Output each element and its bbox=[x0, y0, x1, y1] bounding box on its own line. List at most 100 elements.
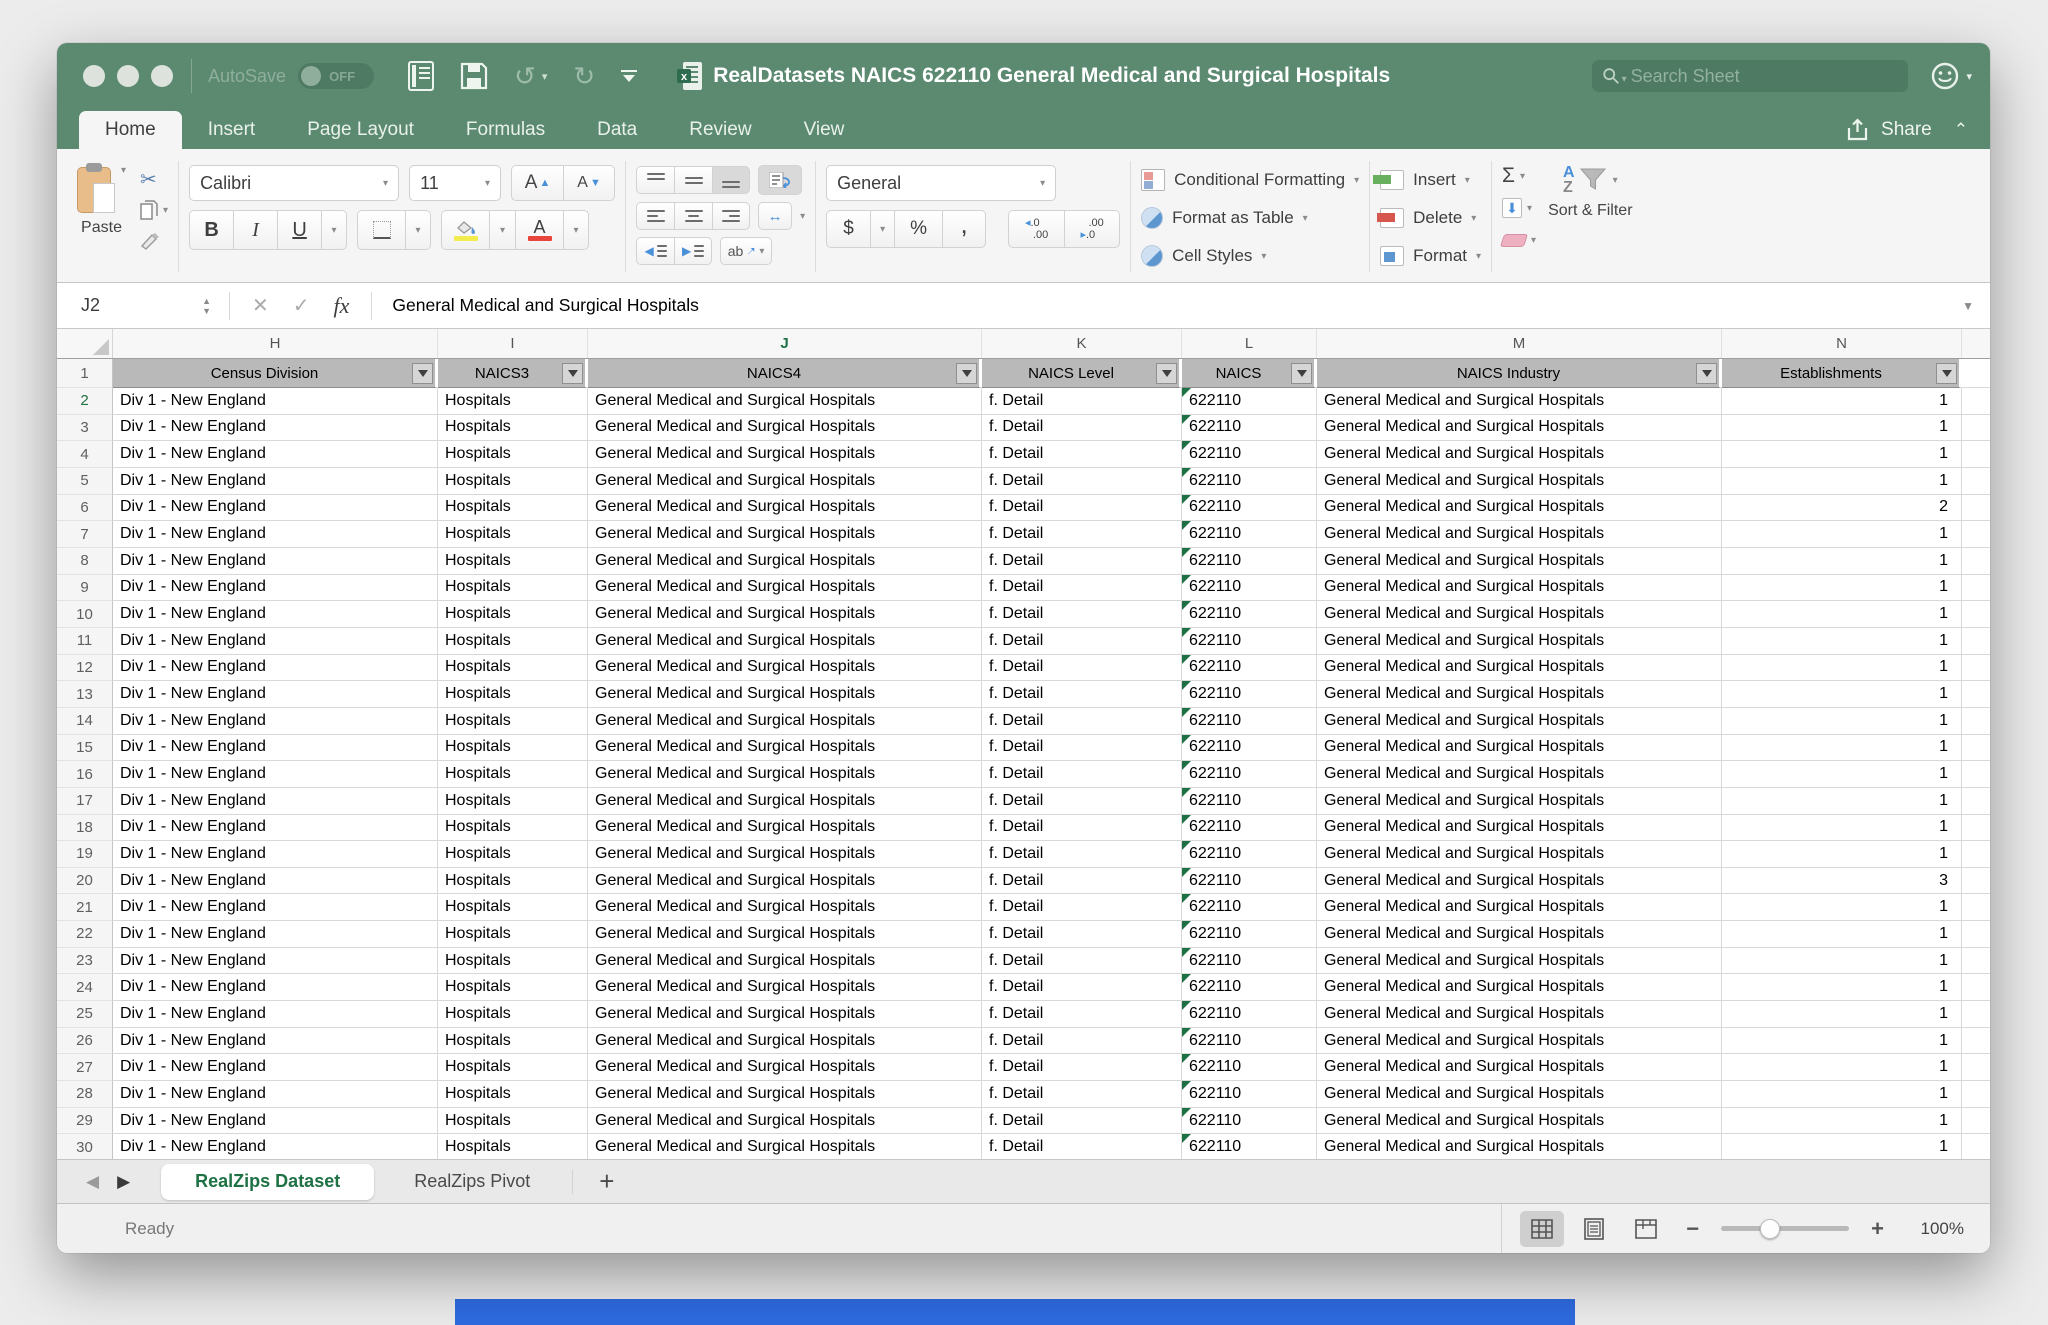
grid-cell[interactable]: General Medical and Surgical Hospitals bbox=[588, 628, 982, 655]
feedback-smiley-button[interactable]: ▾ bbox=[1930, 61, 1972, 91]
grid-cell[interactable]: f. Detail bbox=[982, 735, 1182, 762]
grid-cell[interactable]: Div 1 - New England bbox=[113, 415, 438, 442]
row-header-7[interactable]: 7 bbox=[57, 521, 113, 548]
grid-cell[interactable]: Div 1 - New England bbox=[113, 815, 438, 842]
merge-menu-arrow[interactable]: ▾ bbox=[800, 211, 805, 222]
grid-cell[interactable]: f. Detail bbox=[982, 708, 1182, 735]
grid-cell[interactable]: f. Detail bbox=[982, 788, 1182, 815]
grid-cell[interactable]: General Medical and Surgical Hospitals bbox=[588, 495, 982, 522]
grid-cell[interactable]: Hospitals bbox=[438, 1054, 588, 1081]
grid-cell[interactable]: 1 bbox=[1722, 1028, 1962, 1055]
chevron-down-icon[interactable]: ▾ bbox=[163, 205, 168, 216]
grid-cell[interactable]: Hospitals bbox=[438, 495, 588, 522]
grid-cell[interactable]: 622110 bbox=[1182, 761, 1317, 788]
grid-cell[interactable]: General Medical and Surgical Hospitals bbox=[588, 415, 982, 442]
grid-cell[interactable]: 1 bbox=[1722, 948, 1962, 975]
number-format-select[interactable]: General▾ bbox=[826, 165, 1056, 201]
grid-cell[interactable]: 622110 bbox=[1182, 441, 1317, 468]
grid-cell[interactable]: 622110 bbox=[1182, 681, 1317, 708]
grid-cell[interactable]: General Medical and Surgical Hospitals bbox=[588, 841, 982, 868]
grid-cell[interactable]: 1 bbox=[1722, 388, 1962, 415]
tab-view[interactable]: View bbox=[778, 111, 871, 149]
grid-cell[interactable]: Div 1 - New England bbox=[113, 1028, 438, 1055]
delete-cells-button[interactable]: Delete▾ bbox=[1380, 201, 1481, 235]
grid-cell[interactable]: f. Detail bbox=[982, 521, 1182, 548]
row-header-28[interactable]: 28 bbox=[57, 1081, 113, 1108]
underline-menu-arrow[interactable]: ▾ bbox=[321, 210, 347, 250]
grid-cell[interactable]: General Medical and Surgical Hospitals bbox=[1317, 1054, 1722, 1081]
header-cell-census-division[interactable]: Census Division bbox=[113, 359, 438, 388]
row-header-1[interactable]: 1 bbox=[57, 359, 113, 388]
grid-cell[interactable]: Div 1 - New England bbox=[113, 548, 438, 575]
grid-cell[interactable]: 1 bbox=[1722, 974, 1962, 1001]
row-header-15[interactable]: 15 bbox=[57, 735, 113, 762]
zoom-slider-thumb[interactable] bbox=[1760, 1219, 1780, 1239]
save-button[interactable] bbox=[460, 62, 488, 90]
row-header-11[interactable]: 11 bbox=[57, 628, 113, 655]
grid-cell[interactable]: General Medical and Surgical Hospitals bbox=[1317, 415, 1722, 442]
grid-cell[interactable]: General Medical and Surgical Hospitals bbox=[588, 601, 982, 628]
grid-cell[interactable]: General Medical and Surgical Hospitals bbox=[588, 1028, 982, 1055]
grid-cell[interactable]: General Medical and Surgical Hospitals bbox=[1317, 761, 1722, 788]
grid-cell[interactable]: Div 1 - New England bbox=[113, 681, 438, 708]
grid-cell[interactable]: Hospitals bbox=[438, 841, 588, 868]
grid-cell[interactable]: f. Detail bbox=[982, 1028, 1182, 1055]
grid-cell[interactable]: General Medical and Surgical Hospitals bbox=[1317, 974, 1722, 1001]
row-header-12[interactable]: 12 bbox=[57, 655, 113, 682]
grid-cell[interactable]: f. Detail bbox=[982, 815, 1182, 842]
grid-cell[interactable]: 622110 bbox=[1182, 655, 1317, 682]
grid-cell[interactable]: 622110 bbox=[1182, 601, 1317, 628]
row-header-18[interactable]: 18 bbox=[57, 815, 113, 842]
grid-cell[interactable]: General Medical and Surgical Hospitals bbox=[1317, 1108, 1722, 1135]
font-color-menu-arrow[interactable]: ▾ bbox=[563, 210, 589, 250]
grid-cell[interactable]: 622110 bbox=[1182, 815, 1317, 842]
search-scope-chevron-icon[interactable]: ▾ bbox=[1622, 74, 1627, 85]
grid-cell[interactable]: Hospitals bbox=[438, 788, 588, 815]
row-header-29[interactable]: 29 bbox=[57, 1108, 113, 1135]
share-button[interactable]: Share bbox=[1846, 118, 1932, 142]
grid-cell[interactable]: General Medical and Surgical Hospitals bbox=[588, 681, 982, 708]
font-color-button[interactable]: A bbox=[515, 210, 563, 250]
header-cell-naics4[interactable]: NAICS4 bbox=[588, 359, 982, 388]
grid-cell[interactable]: f. Detail bbox=[982, 1001, 1182, 1028]
grid-cell[interactable]: General Medical and Surgical Hospitals bbox=[588, 441, 982, 468]
grid-cell[interactable]: General Medical and Surgical Hospitals bbox=[1317, 1134, 1722, 1159]
grid-cell[interactable]: 1 bbox=[1722, 1081, 1962, 1108]
text-orientation-button[interactable]: ab➝▾ bbox=[720, 237, 772, 265]
grid-cell[interactable]: General Medical and Surgical Hospitals bbox=[1317, 948, 1722, 975]
grid-cell[interactable]: General Medical and Surgical Hospitals bbox=[1317, 1028, 1722, 1055]
grid-cell[interactable]: Hospitals bbox=[438, 548, 588, 575]
row-header-6[interactable]: 6 bbox=[57, 495, 113, 522]
filter-button-naics4[interactable] bbox=[956, 363, 977, 384]
grid-cell[interactable]: Hospitals bbox=[438, 868, 588, 895]
font-size-select[interactable]: 11▾ bbox=[409, 165, 501, 201]
grid-cell[interactable]: Hospitals bbox=[438, 575, 588, 602]
grid-cell[interactable]: Hospitals bbox=[438, 708, 588, 735]
grid-cell[interactable]: General Medical and Surgical Hospitals bbox=[588, 521, 982, 548]
grid-cell[interactable]: Hospitals bbox=[438, 735, 588, 762]
header-cell-naics-level[interactable]: NAICS Level bbox=[982, 359, 1182, 388]
row-header-27[interactable]: 27 bbox=[57, 1054, 113, 1081]
grid-cell[interactable]: f. Detail bbox=[982, 1081, 1182, 1108]
grid-cell[interactable]: f. Detail bbox=[982, 681, 1182, 708]
increase-indent-button[interactable]: ▶ bbox=[674, 237, 712, 265]
grid-cell[interactable]: 622110 bbox=[1182, 868, 1317, 895]
align-bottom-button[interactable] bbox=[712, 166, 750, 194]
fill-color-button[interactable] bbox=[441, 210, 489, 250]
minimize-window-button[interactable] bbox=[117, 65, 139, 87]
merge-center-button[interactable]: ↔ bbox=[758, 202, 792, 230]
grid-cell[interactable]: 622110 bbox=[1182, 1108, 1317, 1135]
grid-cell[interactable]: General Medical and Surgical Hospitals bbox=[588, 788, 982, 815]
grid-cell[interactable]: 1 bbox=[1722, 468, 1962, 495]
grid-cell[interactable]: Div 1 - New England bbox=[113, 1001, 438, 1028]
grid-cell[interactable]: General Medical and Surgical Hospitals bbox=[1317, 788, 1722, 815]
filter-button-naics-industry[interactable] bbox=[1696, 363, 1717, 384]
grid-cell[interactable]: 1 bbox=[1722, 601, 1962, 628]
row-header-25[interactable]: 25 bbox=[57, 1001, 113, 1028]
grid-cell[interactable]: General Medical and Surgical Hospitals bbox=[1317, 921, 1722, 948]
grid-cell[interactable]: General Medical and Surgical Hospitals bbox=[588, 575, 982, 602]
grid-cell[interactable]: 1 bbox=[1722, 708, 1962, 735]
grid-cell[interactable]: f. Detail bbox=[982, 575, 1182, 602]
grid-cell[interactable]: 622110 bbox=[1182, 1028, 1317, 1055]
grid-cell[interactable]: General Medical and Surgical Hospitals bbox=[588, 948, 982, 975]
